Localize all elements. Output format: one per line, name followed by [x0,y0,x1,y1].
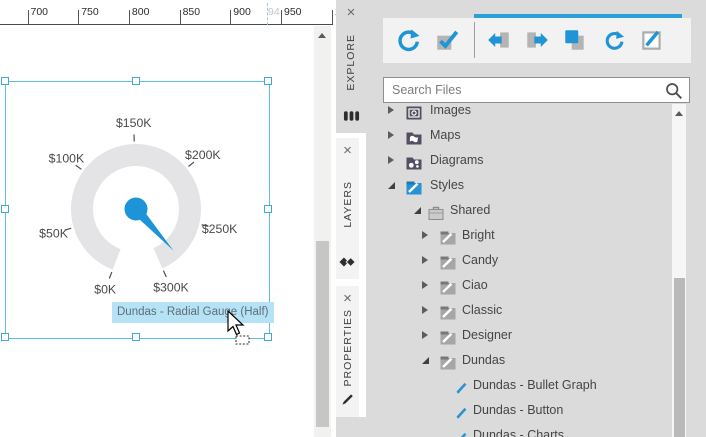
tab-label: PROPERTIES [342,309,354,387]
design-canvas[interactable]: 94 7007508008509009501000 $0K$50K$100K$1… [0,0,336,437]
tree-item-label: Bright [462,223,495,248]
tree-item-dundas-bullet-graph[interactable]: Dundas - Bullet Graph [366,373,672,398]
expand-icon[interactable] [422,331,428,339]
tree-item-dundas[interactable]: Dundas [366,348,672,373]
resize-handle-n[interactable] [132,77,140,85]
scroll-up-icon[interactable] [675,111,683,116]
tree-item-maps[interactable]: Maps [366,123,672,148]
tree-item-label: Styles [430,173,464,198]
search-box[interactable] [383,77,690,103]
resize-handle-e[interactable] [264,205,272,213]
resize-handle-s[interactable] [132,333,140,341]
tree-item-label: Dundas - Bullet Graph [473,373,597,398]
app-window: 94 7007508008509009501000 $0K$50K$100K$1… [0,0,706,437]
tree-item-bright[interactable]: Bright [366,223,672,248]
tree-item-candy[interactable]: Candy [366,248,672,273]
panel-scrollbar[interactable] [672,104,686,437]
close-icon[interactable]: × [347,6,356,20]
tab-explore[interactable]: × EXPLORE [336,0,366,133]
style-item-icon [455,428,469,437]
expand-icon[interactable] [422,256,428,264]
check-in-icon[interactable] [486,27,512,53]
tree-item-label: Ciao [462,273,488,298]
expand-icon[interactable] [422,231,428,239]
search-input[interactable] [384,78,670,102]
file-tree: ImagesMapsDiagramsStylesSharedBrightCand… [366,104,672,437]
explore-panel: ImagesMapsDiagramsStylesSharedBrightCand… [366,0,706,437]
tree-item-label: Dundas - Button [473,398,563,423]
resize-handle-w[interactable] [1,205,9,213]
collapse-icon[interactable] [388,182,395,189]
duplicate-icon[interactable] [562,27,588,53]
mouse-cursor [226,310,254,346]
rename-icon[interactable] [639,27,665,53]
resize-handle-se[interactable] [264,333,272,341]
tree-item-label: Maps [430,123,461,148]
collapse-icon[interactable] [414,207,421,214]
tree-item-label: Diagrams [430,148,484,173]
close-icon[interactable]: × [343,144,352,158]
tree-item-shared[interactable]: Shared [366,198,672,223]
tree-item-dundas-button[interactable]: Dundas - Button [366,398,672,423]
tab-label: EXPLORE [345,34,357,91]
explore-icon [343,109,360,127]
resize-handle-sw[interactable] [1,333,9,341]
tree-item-label: Candy [462,248,498,273]
tree-item-label: Dundas [462,348,505,373]
tree-item-label: Designer [462,323,512,348]
tree-item-images[interactable]: Images [366,104,672,123]
check-out-icon[interactable] [524,27,550,53]
tree-item-label: Shared [450,198,490,223]
side-tab-strip: × EXPLORE × LAYERS × PROPERTIES [336,0,366,437]
expand-icon[interactable] [422,306,428,314]
selection-outline [5,81,270,339]
canvas-scrollbar-thumb[interactable] [316,241,329,427]
collapse-icon[interactable] [422,357,429,364]
tab-layers[interactable]: × LAYERS [336,138,359,279]
canvas-scrollbar[interactable] [314,26,331,437]
resize-handle-ne[interactable] [264,77,272,85]
scroll-up-icon[interactable] [318,33,326,38]
tab-strip-filler [336,417,366,437]
tree-item-classic[interactable]: Classic [366,298,672,323]
refresh-icon[interactable] [601,27,627,53]
close-icon[interactable]: × [343,292,352,306]
expand-icon[interactable] [388,106,394,114]
panel-scrollbar-thumb[interactable] [674,278,685,437]
select-check-icon[interactable] [434,27,460,53]
properties-icon [341,393,354,411]
tree-item-label: Dundas - Charts [473,423,564,437]
search-icon[interactable] [664,81,684,106]
tree-item-dundas-charts[interactable]: Dundas - Charts [366,423,672,437]
tree-item-label: Images [430,104,471,123]
tree-item-label: Classic [462,298,502,323]
tree-item-diagrams[interactable]: Diagrams [366,148,672,173]
tree-item-designer[interactable]: Designer [366,323,672,348]
resize-handle-nw[interactable] [1,77,9,85]
tab-properties[interactable]: × PROPERTIES [336,286,359,417]
expand-icon[interactable] [388,156,394,164]
layers-icon [339,255,357,273]
tree-item-ciao[interactable]: Ciao [366,273,672,298]
tree-item-styles[interactable]: Styles [366,173,672,198]
expand-icon[interactable] [388,131,394,139]
toolbar-divider [474,22,475,58]
sync-icon[interactable] [395,27,421,53]
expand-icon[interactable] [422,281,428,289]
tab-label: LAYERS [342,181,354,228]
